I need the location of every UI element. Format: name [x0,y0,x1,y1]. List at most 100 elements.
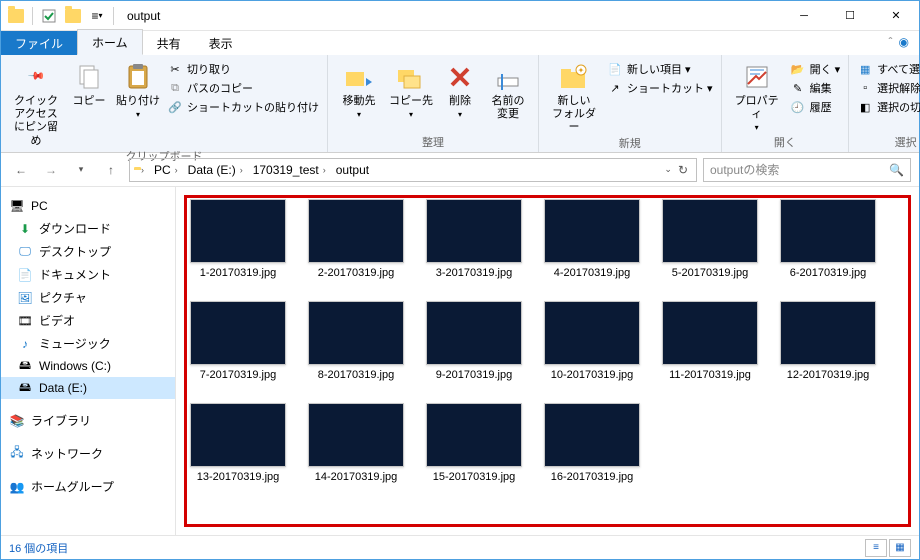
tree-cdrive[interactable]: 🖴Windows (C:) [1,355,175,377]
file-thumb[interactable]: 8-20170319.jpg [308,301,404,381]
tree-downloads[interactable]: ⬇ダウンロード [1,217,175,240]
tree-network[interactable]: 🖧ネットワーク [1,442,175,465]
copyto-button[interactable]: コピー先▾ [388,59,434,120]
tab-home[interactable]: ホーム [77,29,143,55]
videos-icon: 🎞 [17,313,33,329]
group-label: 開く [730,134,841,152]
file-thumb[interactable]: 16-20170319.jpg [544,403,640,483]
tree-edrive[interactable]: 🖴Data (E:) [1,377,175,399]
address-dropdown-icon[interactable]: ⌄ [664,164,672,175]
moveto-button[interactable]: 移動先▾ [336,59,382,120]
newfolder-button[interactable]: ✦ 新しい フォルダー [547,59,601,135]
chevron-right-icon[interactable]: › [139,165,146,175]
file-thumb[interactable]: 3-20170319.jpg [426,199,522,279]
copy-button[interactable]: コピー [69,59,109,108]
close-button[interactable]: ✕ [873,1,919,31]
newitem-button[interactable]: 📄新しい項目 ▾ [607,61,713,77]
file-thumb[interactable]: 12-20170319.jpg [780,301,876,381]
ribbon-group-open: プロパティ▾ 📂開く ▾ ✎編集 🕘履歴 開く [722,55,850,152]
tree-desktop[interactable]: 🖵デスクトップ [1,240,175,263]
history-button[interactable]: 🕘履歴 [790,99,841,115]
copy-path-button[interactable]: ⧉パスのコピー [167,80,319,96]
documents-icon: 📄 [17,267,33,283]
paste-shortcut-button[interactable]: 🔗ショートカットの貼り付け [167,99,319,115]
back-button[interactable]: ← [9,158,33,182]
x-icon [444,61,476,93]
crumb-folder2[interactable]: output [333,163,372,177]
tab-view[interactable]: 表示 [195,31,247,55]
tree-pictures[interactable]: 🖼ピクチャ [1,286,175,309]
minimize-button[interactable]: ─ [781,1,827,31]
group-label: 整理 [336,134,530,152]
crumb-pc[interactable]: PC› [151,163,183,177]
pin-icon: 📌 [26,67,45,86]
select-invert-button[interactable]: ◧選択の切り替え [857,99,920,115]
label: 削除 [449,95,471,108]
file-thumb[interactable]: 2-20170319.jpg [308,199,404,279]
tab-file[interactable]: ファイル [1,31,77,55]
delete-button[interactable]: 削除▾ [440,59,480,120]
separator [113,7,114,25]
file-thumb[interactable]: 10-20170319.jpg [544,301,640,381]
tree-library[interactable]: 📚ライブラリ [1,409,175,432]
thumbnail-image [308,199,404,263]
forward-button[interactable]: → [39,158,63,182]
tree-homegroup[interactable]: 👥ホームグループ [1,475,175,498]
address-bar[interactable]: › PC› Data (E:)› 170319_test› output ⌄ ↻ [129,158,697,182]
file-name: 11-20170319.jpg [669,369,751,381]
file-thumb[interactable]: 1-20170319.jpg [190,199,286,279]
paste-button[interactable]: 貼り付け ▾ [115,59,161,120]
tab-share[interactable]: 共有 [143,31,195,55]
chevron-right-icon[interactable]: › [321,165,328,175]
download-icon: ⬇ [17,221,33,237]
copy-icon [73,61,105,93]
history-icon: 🕘 [790,99,806,115]
crumb-folder1[interactable]: 170319_test› [250,163,331,177]
file-thumb[interactable]: 5-20170319.jpg [662,199,758,279]
properties-button[interactable]: プロパティ▾ [730,59,784,133]
file-thumb[interactable]: 6-20170319.jpg [780,199,876,279]
collapse-ribbon-icon[interactable]: ˆ [889,35,893,49]
file-thumb[interactable]: 9-20170319.jpg [426,301,522,381]
up-button[interactable]: ↑ [99,158,123,182]
file-thumb[interactable]: 15-20170319.jpg [426,403,522,483]
chevron-right-icon[interactable]: › [238,165,245,175]
shortcut-button[interactable]: ↗ショートカット ▾ [607,80,713,96]
qat-checkbox-icon[interactable] [38,5,60,27]
thumbnail-image [426,301,522,365]
open-button[interactable]: 📂開く ▾ [790,61,841,77]
chevron-right-icon[interactable]: › [173,165,180,175]
file-thumb[interactable]: 11-20170319.jpg [662,301,758,381]
file-name: 13-20170319.jpg [197,471,280,483]
thumbnail-image [190,301,286,365]
crumb-drive[interactable]: Data (E:)› [185,163,248,177]
help-icon[interactable]: ◉ [899,35,909,49]
tree-music[interactable]: ♪ミュージック [1,332,175,355]
file-thumb[interactable]: 14-20170319.jpg [308,403,404,483]
file-thumb[interactable]: 7-20170319.jpg [190,301,286,381]
rename-button[interactable]: 名前の 変更 [486,59,530,121]
edit-button[interactable]: ✎編集 [790,80,841,96]
recent-dropdown[interactable]: ▾ [69,158,93,182]
select-none-button[interactable]: ▫選択解除 [857,80,920,96]
pin-quickaccess-button[interactable]: 📌 クイック アクセス にピン留め [9,59,63,148]
file-thumb[interactable]: 13-20170319.jpg [190,403,286,483]
view-thumbnails-button[interactable]: ▦ [889,539,911,557]
newfolder-icon: ✦ [558,61,590,93]
file-thumb[interactable]: 4-20170319.jpg [544,199,640,279]
select-all-button[interactable]: ▦すべて選択 [857,61,920,77]
tree-documents[interactable]: 📄ドキュメント [1,263,175,286]
folder-icon[interactable] [62,5,84,27]
search-box[interactable]: outputの検索 🔍 [703,158,911,182]
cut-button[interactable]: ✂切り取り [167,61,319,77]
view-details-button[interactable]: ≡ [865,539,887,557]
tree-videos[interactable]: 🎞ビデオ [1,309,175,332]
thumbnail-image [190,403,286,467]
svg-text:✦: ✦ [578,66,585,75]
label: 移動先 [343,95,376,108]
maximize-button[interactable]: ☐ [827,1,873,31]
tree-pc[interactable]: 🖥PC [1,195,175,217]
qat-dropdown-icon[interactable]: ≡▾ [86,5,108,27]
content-pane[interactable]: 1-20170319.jpg 2-20170319.jpg 3-20170319.j… [176,187,919,535]
refresh-icon[interactable]: ↻ [678,163,688,177]
